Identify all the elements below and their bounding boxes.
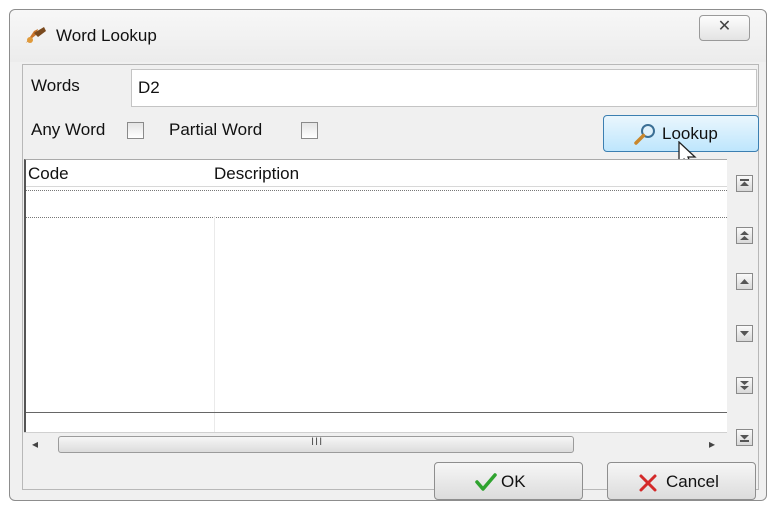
- column-divider: [214, 216, 215, 454]
- partial-word-checkbox[interactable]: [301, 122, 318, 139]
- any-word-checkbox[interactable]: [127, 122, 144, 139]
- check-icon: [475, 473, 497, 491]
- prior-record-button[interactable]: [736, 273, 753, 290]
- window-title: Word Lookup: [56, 26, 157, 45]
- next-page-icon: [740, 381, 749, 390]
- words-input[interactable]: [131, 69, 757, 107]
- column-header-description[interactable]: Description: [214, 164, 299, 184]
- first-record-button[interactable]: [736, 175, 753, 192]
- next-record-button[interactable]: [736, 325, 753, 342]
- cancel-label: Cancel: [666, 472, 719, 491]
- any-word-label: Any Word: [31, 120, 106, 139]
- scroll-thumb[interactable]: III: [58, 436, 574, 453]
- close-icon: ✕: [717, 18, 732, 35]
- next-icon: [740, 331, 749, 336]
- cancel-x-icon: [639, 474, 657, 492]
- scroll-left-icon[interactable]: ◂: [32, 437, 38, 451]
- ok-button[interactable]: OK: [434, 462, 583, 500]
- last-icon: [740, 435, 749, 442]
- grip-icon: III: [311, 436, 324, 448]
- close-button[interactable]: ✕: [699, 15, 750, 41]
- ok-label: OK: [501, 472, 526, 491]
- grid-bottom-line: [26, 412, 727, 413]
- word-lookup-dialog: Word Lookup ✕ Words Any Word Partial Wor…: [9, 9, 767, 501]
- cancel-button[interactable]: Cancel: [607, 462, 756, 500]
- app-icon: [26, 27, 46, 43]
- partial-word-label: Partial Word: [169, 120, 263, 139]
- magnifier-icon: [634, 124, 655, 145]
- first-icon: [740, 179, 749, 186]
- column-header-code[interactable]: Code: [28, 164, 69, 184]
- results-grid[interactable]: Code Description: [24, 159, 727, 454]
- horizontal-scrollbar[interactable]: ◂ III ▸: [24, 432, 727, 456]
- prior-icon: [740, 279, 749, 284]
- prior-page-icon: [740, 231, 749, 240]
- dialog-body: Words Any Word Partial Word Lookup Code …: [22, 64, 759, 500]
- prior-page-button[interactable]: [736, 227, 753, 244]
- last-record-button[interactable]: [736, 429, 753, 446]
- words-label: Words: [31, 76, 80, 95]
- scroll-right-icon[interactable]: ▸: [709, 437, 715, 451]
- selected-row[interactable]: [26, 190, 727, 218]
- next-page-button[interactable]: [736, 377, 753, 394]
- title-bar: Word Lookup ✕: [10, 10, 766, 62]
- grid-header: Code Description: [26, 160, 727, 187]
